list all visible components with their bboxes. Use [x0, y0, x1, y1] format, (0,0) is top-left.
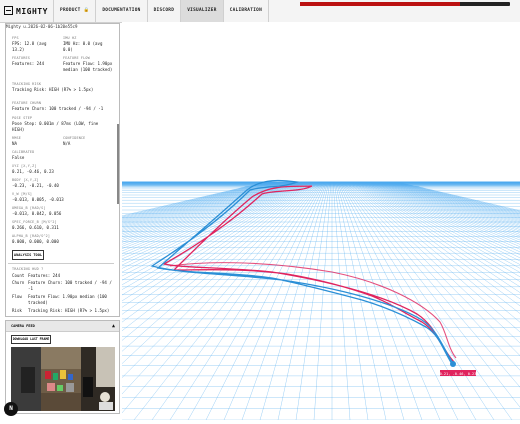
- imu-label: IMU HZ: [63, 36, 76, 40]
- camera-feed-header[interactable]: CAMERA FEED ▲: [6, 321, 119, 332]
- camera-frame-image: [11, 347, 115, 411]
- analysis-tool-button[interactable]: ANALYSIS TOOL: [12, 250, 44, 260]
- pose-value: Pose Step: 0.001m / 87ms (LOW, fine HIGH…: [12, 121, 112, 133]
- xyz-label: XYZ [X,Y,Z]: [12, 164, 37, 168]
- confidence-label: CONFIDENCE: [63, 136, 85, 140]
- mighty-logo[interactable]: MIGHTY: [4, 6, 48, 16]
- flow-value: Feature Flow: 1.90px median (100 tracked…: [63, 61, 115, 73]
- top-nav-bar: MIGHTY PRODUCT 🔒 DOCUMENTATION DISCORD V…: [0, 0, 520, 23]
- session-id: Mighty u.2026-02-06-1b20e55c9: [6, 24, 77, 29]
- features-value: Features: 244: [12, 61, 60, 67]
- hud-flow-value: Feature Flow: 1.90px median (100 tracked…: [28, 294, 114, 306]
- hud-churn-key: Churn: [12, 280, 26, 286]
- collapse-icon[interactable]: ▲: [112, 323, 115, 329]
- trajectory-3d-view[interactable]: 0.21, -0.46, 0.23: [122, 22, 520, 420]
- churn-value: Feature Churn: 100 tracked / -94 / -1: [12, 106, 116, 112]
- alpha-label: ALPHA_B [RAD/S^2]: [12, 234, 50, 238]
- position-label-text: 0.21, -0.46, 0.23: [440, 372, 477, 376]
- load-progress-fill: [300, 2, 460, 6]
- nav-calibration[interactable]: CALIBRATION: [223, 0, 269, 22]
- camera-feed-title: CAMERA FEED: [11, 324, 35, 328]
- assistant-fab-button[interactable]: N: [4, 402, 18, 416]
- fps-label: FPS: [12, 36, 19, 40]
- spec-force-value: 0.266, 0.610, 0.311: [12, 225, 59, 231]
- body-label: BODY [X,Y,Z]: [12, 178, 39, 182]
- ground-grid: [122, 182, 520, 420]
- logo-text: MIGHTY: [16, 7, 48, 16]
- rmse-value: NA: [12, 141, 17, 147]
- calibrated-label: CALIBRATED: [12, 150, 34, 154]
- imu-value: IMU Hz: 0.0 (avg 0.0): [63, 41, 113, 53]
- load-progress-bar: [300, 2, 510, 6]
- rmse-label: RMSE: [12, 136, 21, 140]
- nav-discord[interactable]: DISCORD: [147, 0, 181, 22]
- camera-frame-drawing: [11, 347, 115, 411]
- churn-label: FEATURE CHURN: [12, 101, 41, 105]
- trajectory-visualizer[interactable]: 0.21, -0.46, 0.23: [122, 22, 520, 420]
- hud-count-value: Features: 244: [28, 273, 114, 279]
- panel-scrollbar[interactable]: [117, 124, 119, 204]
- camera-feed-panel: CAMERA FEED ▲ DOWNLOAD LAST FRAME: [5, 320, 120, 414]
- risk-value: Tracking Risk: HIGH (R7% > 1.5px): [12, 87, 110, 93]
- features-label: FEATURES: [12, 56, 30, 60]
- logo-icon: [4, 6, 13, 15]
- calibrated-value: False: [12, 155, 24, 161]
- hud-churn-value: Feature Churn: 100 tracked / -94 / -1: [28, 280, 114, 292]
- fps-value: FPS: 12.8 (avg 13.2): [12, 41, 60, 53]
- nav-product[interactable]: PRODUCT 🔒: [53, 0, 95, 22]
- confidence-value: N/A: [63, 141, 70, 147]
- sky-background: [122, 22, 520, 182]
- omega-label: OMEGA_B [RAD/S]: [12, 206, 46, 210]
- current-position-marker: [450, 361, 456, 367]
- spec-force-label: SPEC_FORCE_B [M/S^2]: [12, 220, 57, 224]
- hud-risk-key: Risk: [12, 308, 26, 314]
- body-value: -0.23, -0.21, -0.40: [12, 183, 59, 189]
- nav-visualizer[interactable]: VISUALIZER: [180, 0, 222, 22]
- alpha-value: 0.000, 0.000, 0.000: [12, 239, 59, 245]
- download-last-frame-button[interactable]: DOWNLOAD LAST FRAME: [11, 335, 51, 344]
- omega-value: -0.013, 0.042, 0.056: [12, 211, 61, 217]
- hud-count-key: Count: [12, 273, 26, 279]
- tracking-hud-label[interactable]: TRACKING HUD ?: [12, 267, 43, 271]
- vw-value: -0.013, 0.005, -0.013: [12, 197, 64, 203]
- xyz-value: 0.21, -0.46, 0.23: [12, 169, 54, 175]
- flow-label: FEATURE FLOW: [63, 56, 90, 60]
- hud-flow-key: Flow: [12, 294, 26, 300]
- pose-label: POSE STEP: [12, 116, 32, 120]
- risk-label: TRACKING RISK: [12, 82, 41, 86]
- hud-divider: [8, 263, 114, 264]
- hud-risk-value: Tracking Risk: HIGH (R7% > 1.5px): [28, 308, 114, 314]
- vw-label: V_W [M/S]: [12, 192, 32, 196]
- nav-menu: PRODUCT 🔒 DOCUMENTATION DISCORD VISUALIZ…: [53, 0, 269, 22]
- nav-documentation[interactable]: DOCUMENTATION: [95, 0, 146, 22]
